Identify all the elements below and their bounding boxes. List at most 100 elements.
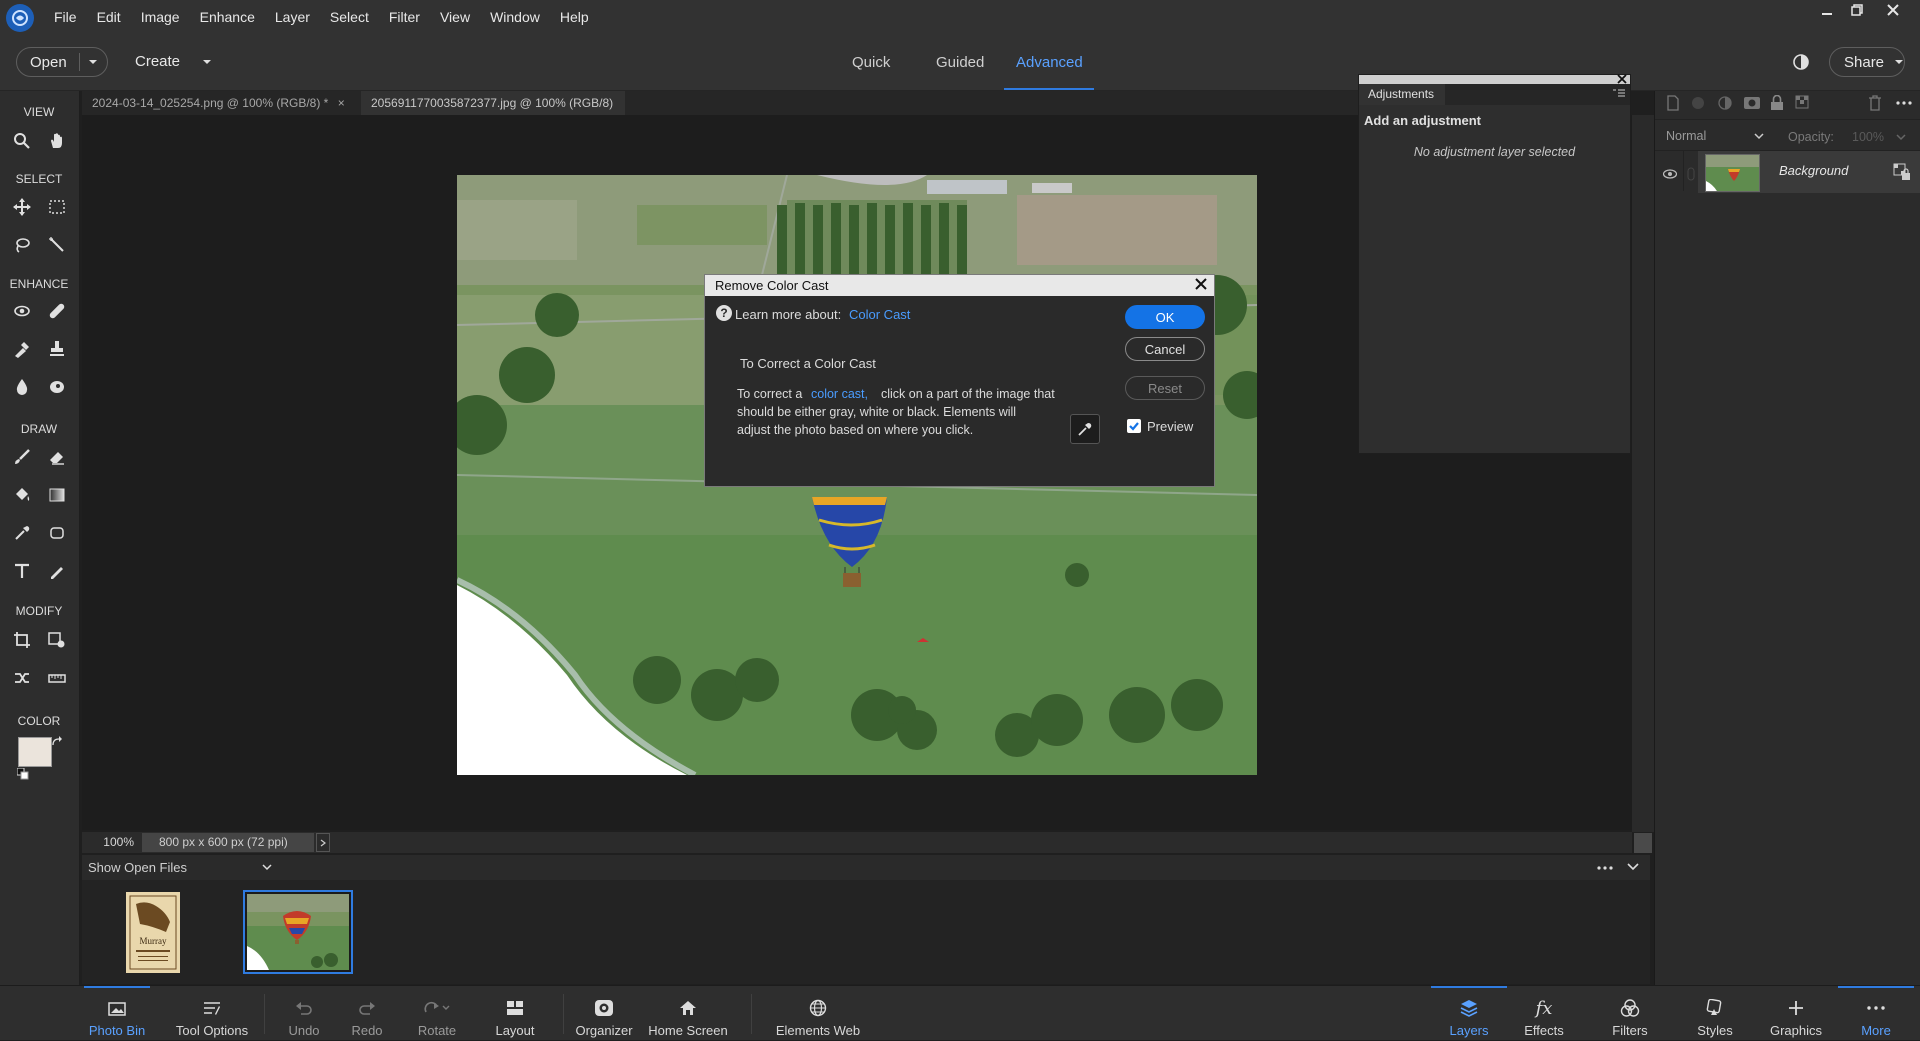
pencil-tool-icon[interactable]	[44, 558, 70, 584]
doc-tab-1-close-icon[interactable]: ×	[338, 96, 345, 110]
red-eye-tool-icon[interactable]	[9, 298, 35, 324]
dialog-title-bar[interactable]: Remove Color Cast	[705, 275, 1214, 296]
home-screen-button[interactable]: Home Screen	[648, 986, 728, 1041]
chevron-down-icon[interactable]	[80, 58, 98, 66]
layers-button[interactable]: Layers	[1431, 986, 1507, 1041]
clone-stamp-tool-icon[interactable]	[44, 336, 70, 362]
reset-button[interactable]: Reset	[1125, 376, 1205, 400]
layout-button[interactable]: Layout	[490, 986, 540, 1041]
menu-window[interactable]: Window	[480, 0, 550, 35]
collapse-bin-icon[interactable]	[1627, 863, 1639, 871]
layer-row-background[interactable]: Background	[1698, 151, 1920, 193]
delete-layer-icon[interactable]	[1868, 95, 1882, 111]
adjustments-tab[interactable]: Adjustments	[1359, 84, 1445, 105]
menu-enhance[interactable]: Enhance	[190, 0, 265, 35]
open-button[interactable]: Open	[16, 47, 108, 77]
lasso-tool-icon[interactable]	[9, 232, 35, 258]
eyedropper-tool-icon[interactable]	[9, 520, 35, 546]
preview-checkbox[interactable]	[1127, 419, 1141, 433]
sponge-tool-icon[interactable]	[44, 374, 70, 400]
blend-mode-select[interactable]: Normal	[1666, 125, 1765, 147]
new-group-icon[interactable]	[1690, 95, 1706, 111]
styles-button[interactable]: Styles	[1690, 986, 1740, 1041]
panel-drag-bar[interactable]	[1359, 75, 1630, 84]
restore-icon[interactable]	[1844, 0, 1870, 20]
tab-guided[interactable]: Guided	[936, 35, 984, 91]
shape-tool-icon[interactable]	[44, 520, 70, 546]
show-open-files-label[interactable]: Show Open Files	[88, 860, 187, 875]
doc-tab-2[interactable]: 2056911770035872377.jpg @ 100% (RGB/8) ×	[361, 91, 625, 134]
more-button[interactable]: More	[1838, 986, 1914, 1041]
brush-tool-icon[interactable]	[9, 444, 35, 470]
swap-colors-icon[interactable]	[51, 736, 63, 748]
paint-bucket-tool-icon[interactable]	[9, 482, 35, 508]
eraser-tool-icon[interactable]	[44, 444, 70, 470]
default-colors-icon[interactable]	[17, 768, 29, 780]
panel-close-icon[interactable]	[1617, 74, 1627, 84]
photo-bin-button[interactable]: Photo Bin	[84, 986, 150, 1041]
more-options-icon[interactable]	[1896, 101, 1912, 105]
hand-tool-icon[interactable]	[44, 128, 70, 154]
chevron-down-icon[interactable]	[1896, 133, 1906, 141]
move-tool-icon[interactable]	[9, 194, 35, 220]
elements-web-button[interactable]: Elements Web	[774, 986, 862, 1041]
content-aware-move-tool-icon[interactable]	[9, 665, 35, 691]
close-icon[interactable]	[1880, 0, 1906, 20]
redo-button[interactable]: Redo	[350, 986, 384, 1041]
menu-file[interactable]: File	[44, 0, 87, 35]
smart-brush-tool-icon[interactable]	[9, 336, 35, 362]
marquee-tool-icon[interactable]	[44, 194, 70, 220]
eye-icon[interactable]	[1663, 169, 1677, 179]
menu-edit[interactable]: Edit	[87, 0, 131, 35]
rotate-button[interactable]: Rotate	[412, 986, 462, 1041]
tab-quick[interactable]: Quick	[852, 35, 890, 91]
menu-layer[interactable]: Layer	[265, 0, 320, 35]
doc-tab-1[interactable]: 2024-03-14_025254.png @ 100% (RGB/8) * ×	[82, 91, 356, 115]
chevron-down-icon[interactable]	[262, 863, 272, 871]
minimize-icon[interactable]	[1814, 0, 1840, 20]
document-info[interactable]: 800 px x 600 px (72 ppi)	[142, 833, 314, 852]
dialog-body-link[interactable]: color cast,	[811, 387, 868, 401]
theme-toggle-icon[interactable]	[1792, 53, 1810, 71]
layer-mask-icon[interactable]	[1743, 95, 1761, 111]
layer-name[interactable]: Background	[1779, 163, 1848, 178]
new-layer-icon[interactable]	[1665, 95, 1681, 111]
new-fill-layer-icon[interactable]	[1717, 95, 1733, 111]
tool-options-button[interactable]: Tool Options	[171, 986, 253, 1041]
menu-select[interactable]: Select	[320, 0, 379, 35]
menu-view[interactable]: View	[430, 0, 480, 35]
vertical-scrollbar[interactable]	[1632, 115, 1654, 832]
opacity-value[interactable]: 100%	[1852, 130, 1884, 144]
dialog-close-icon[interactable]	[1195, 278, 1207, 290]
panel-menu-icon[interactable]	[1613, 88, 1625, 98]
menu-filter[interactable]: Filter	[379, 0, 430, 35]
eyedropper-button[interactable]	[1070, 414, 1100, 444]
lock-icon[interactable]	[1770, 95, 1784, 111]
foreground-color-swatch[interactable]	[18, 737, 52, 767]
graphics-button[interactable]: Graphics	[1766, 986, 1826, 1041]
filters-button[interactable]: Filters	[1602, 986, 1658, 1041]
bin-thumbnail-2[interactable]	[243, 890, 353, 974]
healing-brush-tool-icon[interactable]	[44, 298, 70, 324]
blur-tool-icon[interactable]	[9, 374, 35, 400]
cancel-button[interactable]: Cancel	[1125, 337, 1205, 361]
learn-more-link[interactable]: Color Cast	[849, 307, 910, 322]
lock-transparency-icon[interactable]	[1795, 95, 1813, 111]
recompose-tool-icon[interactable]	[44, 627, 70, 653]
zoom-tool-icon[interactable]	[9, 128, 35, 154]
app-logo-icon[interactable]	[6, 3, 34, 32]
organizer-button[interactable]: Organizer	[574, 986, 634, 1041]
menu-image[interactable]: Image	[131, 0, 190, 35]
effects-button[interactable]: fx Effects	[1518, 986, 1570, 1041]
ok-button[interactable]: OK	[1125, 305, 1205, 329]
bin-thumbnail-1[interactable]: Murray	[126, 892, 180, 973]
zoom-level[interactable]: 100%	[82, 832, 140, 853]
quick-selection-tool-icon[interactable]	[44, 232, 70, 258]
undo-button[interactable]: Undo	[287, 986, 321, 1041]
straighten-tool-icon[interactable]	[44, 665, 70, 691]
tab-advanced[interactable]: Advanced	[1016, 35, 1083, 91]
share-button[interactable]: Share	[1829, 47, 1905, 77]
menu-help[interactable]: Help	[550, 0, 599, 35]
chevron-right-icon[interactable]	[316, 833, 330, 852]
create-button[interactable]: Create	[135, 53, 212, 70]
